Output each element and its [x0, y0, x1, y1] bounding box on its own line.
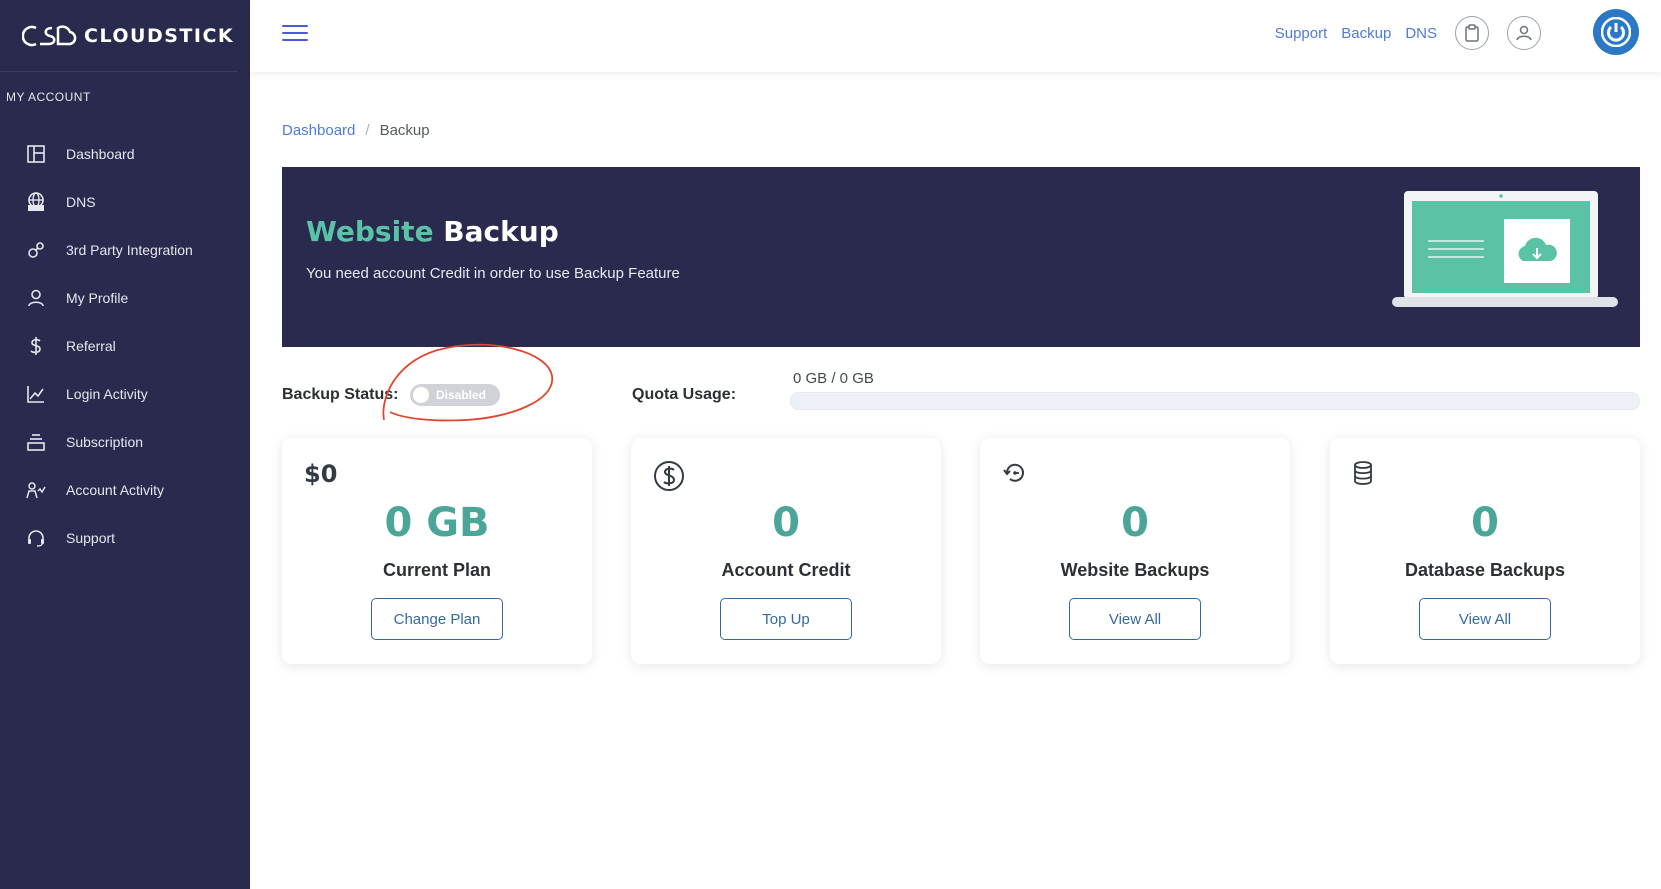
- breadcrumb-dashboard-link[interactable]: Dashboard: [282, 122, 355, 139]
- quota-usage-value: 0 GB / 0 GB: [793, 370, 874, 387]
- plan-price: $0: [304, 460, 338, 488]
- sidebar-item-subscription[interactable]: Subscription: [0, 418, 250, 466]
- card-title: Website Backups: [1060, 560, 1210, 580]
- sidebar-item-3rd-party-integration[interactable]: 3rd Party Integration: [0, 226, 250, 274]
- quota-usage-label: Quota Usage:: [632, 386, 737, 403]
- sidebar-section-label: MY ACCOUNT: [6, 90, 91, 104]
- quota-progress-bar: [790, 392, 1640, 410]
- card-value: 0: [1471, 500, 1499, 546]
- card-account-credit: 0 Account Credit Top Up: [631, 438, 941, 664]
- user-icon: [26, 288, 46, 308]
- card-current-plan: $0 0 GB Current Plan Change Plan: [282, 438, 592, 664]
- laptop-cloud-illustration-icon: [1392, 191, 1618, 307]
- sidebar-item-label: My Profile: [66, 290, 129, 306]
- sidebar-item-referral[interactable]: Referral: [0, 322, 250, 370]
- brand[interactable]: CLOUDSTICK: [0, 0, 238, 72]
- database-icon: [1352, 460, 1374, 492]
- sidebar-item-label: Support: [66, 530, 116, 546]
- card-database-backups: 0 Database Backups View All: [1330, 438, 1640, 664]
- status-row: Backup Status: Disabled Quota Usage: 0 G…: [282, 343, 1640, 422]
- menu-toggle-icon[interactable]: [282, 25, 308, 43]
- view-all-database-backups-button[interactable]: View All: [1419, 598, 1551, 640]
- sidebar-item-label: Login Activity: [66, 386, 148, 402]
- card-title: Account Credit: [721, 560, 851, 580]
- sidebar-item-my-profile[interactable]: My Profile: [0, 274, 250, 322]
- card-title: Database Backups: [1404, 560, 1566, 580]
- app-root: CLOUDSTICK MY ACCOUNT Dashboard DNS 3rd …: [0, 0, 1661, 889]
- stat-cards: $0 0 GB Current Plan Change Plan 0 Accou…: [282, 438, 1640, 664]
- cloudstick-logo-icon: [22, 24, 77, 46]
- banner-title-rest: Backup: [433, 215, 559, 248]
- card-value: 0: [772, 500, 800, 546]
- change-plan-button[interactable]: Change Plan: [371, 598, 503, 640]
- headset-icon: [26, 528, 46, 548]
- card-website-backups: 0 Website Backups View All: [980, 438, 1290, 664]
- stack-icon: [26, 432, 46, 452]
- history-icon: [1002, 460, 1028, 492]
- top-links: Support Backup DNS: [1275, 16, 1541, 50]
- main-content: Dashboard / Backup Website Backup You ne…: [250, 72, 1661, 889]
- sidebar-item-label: Account Activity: [66, 482, 165, 498]
- card-value: 0 GB: [384, 500, 490, 546]
- breadcrumb-separator: /: [365, 122, 370, 139]
- sidebar-item-label: DNS: [66, 194, 96, 210]
- banner-title-accent: Website: [306, 215, 434, 248]
- people-icon: [26, 480, 46, 500]
- sidebar-nav: Dashboard DNS 3rd Party Integration My P…: [0, 130, 250, 562]
- sidebar-item-dns[interactable]: DNS: [0, 178, 250, 226]
- dollar-circle-icon: [653, 460, 685, 498]
- top-link-dns[interactable]: DNS: [1405, 25, 1437, 42]
- topbar: Support Backup DNS: [250, 0, 1661, 72]
- view-all-website-backups-button[interactable]: View All: [1069, 598, 1201, 640]
- sidebar-item-label: Referral: [66, 338, 116, 354]
- user-profile-icon[interactable]: [1507, 16, 1541, 50]
- top-up-button[interactable]: Top Up: [720, 598, 852, 640]
- sidebar-item-login-activity[interactable]: Login Activity: [0, 370, 250, 418]
- annotation-circle: [382, 343, 553, 422]
- brand-name: CLOUDSTICK: [84, 24, 235, 47]
- card-value: 0: [1121, 500, 1149, 546]
- dns-icon: [26, 192, 46, 212]
- brand-logo: CLOUDSTICK: [22, 22, 234, 50]
- backup-banner: Website Backup You need account Credit i…: [282, 167, 1640, 347]
- top-link-support[interactable]: Support: [1275, 25, 1328, 42]
- toggle-knob: [413, 387, 429, 403]
- banner-title: Website Backup: [306, 215, 559, 248]
- toggle-text: Disabled: [436, 388, 487, 402]
- sidebar-item-label: Dashboard: [66, 146, 135, 162]
- breadcrumb-current: Backup: [379, 122, 430, 139]
- dashboard-icon: [26, 144, 46, 164]
- sidebar-item-support[interactable]: Support: [0, 514, 250, 562]
- dollar-icon: [26, 336, 46, 356]
- clipboard-icon[interactable]: [1455, 16, 1489, 50]
- gears-icon: [26, 240, 46, 260]
- backup-status-toggle[interactable]: Disabled: [410, 384, 500, 406]
- card-title: Current Plan: [382, 560, 492, 580]
- sidebar-item-dashboard[interactable]: Dashboard: [0, 130, 250, 178]
- power-icon[interactable]: [1593, 9, 1639, 55]
- sidebar-item-label: Subscription: [66, 434, 144, 450]
- chart-icon: [26, 384, 46, 404]
- backup-status-label: Backup Status:: [282, 386, 399, 403]
- sidebar-item-account-activity[interactable]: Account Activity: [0, 466, 250, 514]
- sidebar: CLOUDSTICK MY ACCOUNT Dashboard DNS 3rd …: [0, 0, 250, 889]
- sidebar-item-label: 3rd Party Integration: [66, 242, 193, 258]
- top-link-backup[interactable]: Backup: [1341, 25, 1391, 42]
- banner-subtitle: You need account Credit in order to use …: [306, 265, 680, 282]
- breadcrumb: Dashboard / Backup: [282, 122, 430, 139]
